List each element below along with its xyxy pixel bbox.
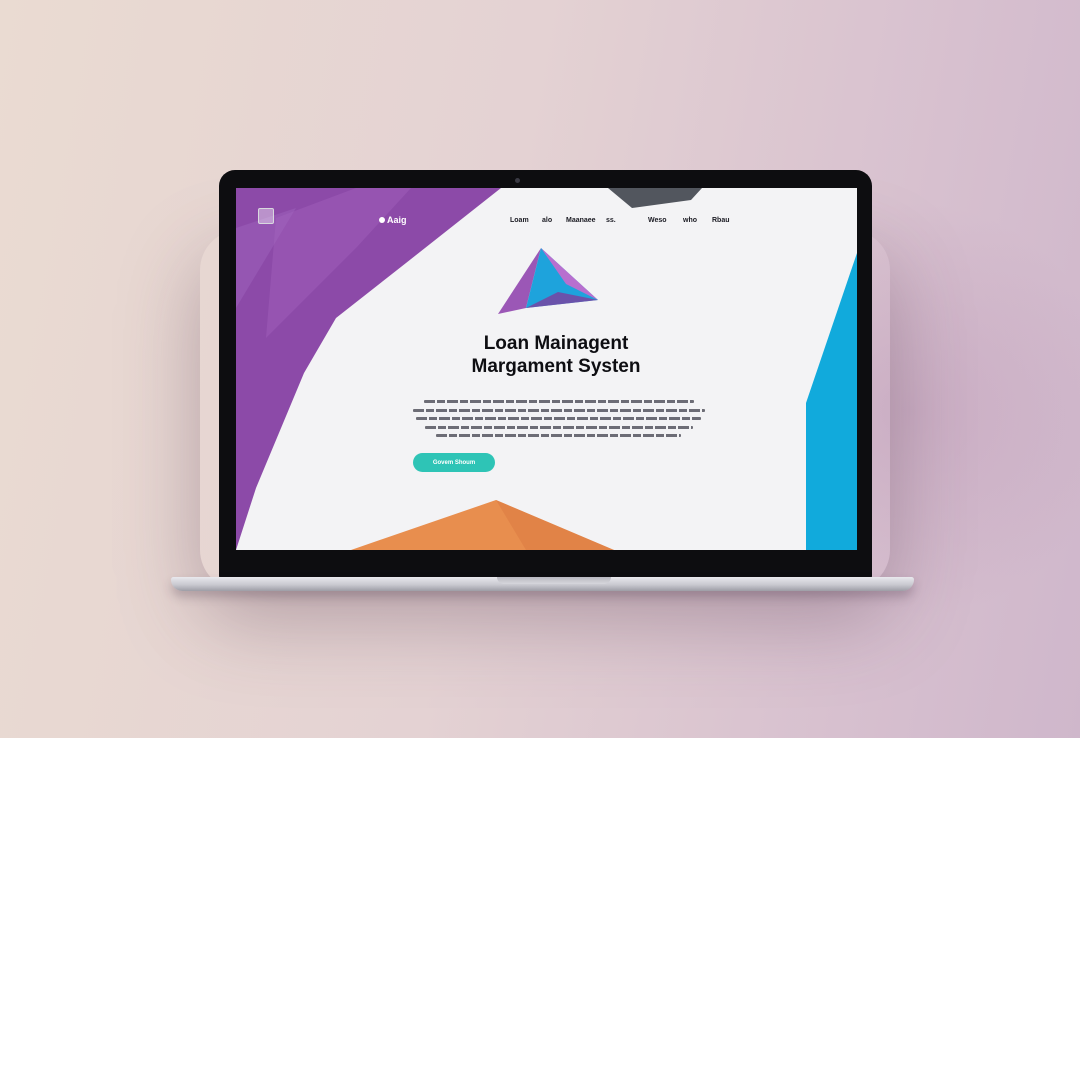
pyramid-logo-icon [498,248,598,314]
top-navigation: Loam alo Maanaee ss. Weso who Rbau [236,217,857,229]
nav-item-2[interactable]: alo [542,217,552,224]
nav-item-5[interactable]: Weso [648,217,667,224]
description-line [423,400,694,403]
nav-item-3[interactable]: Maanaee [566,217,596,224]
description-line [424,425,693,429]
nav-item-4[interactable]: ss. [606,217,616,224]
page-title: Loan Mainagent Margament Systen [386,332,726,378]
description-line [412,408,705,412]
webcam-icon [515,178,520,183]
nav-item-7[interactable]: Rbau [712,217,730,224]
gray-shape [608,188,702,208]
nav-item-1[interactable]: Loam [510,217,529,224]
blue-shape [806,253,857,550]
nav-item-6[interactable]: who [683,217,697,224]
description-line [436,434,681,437]
hero-description [411,400,706,443]
cta-button[interactable]: Govem Shoum [413,453,495,472]
laptop-notch [497,577,611,584]
title-line-1: Loan Mainagent [483,333,629,354]
title-line-2: Margament Systen [471,356,641,377]
laptop-screen: Aaig Loam alo Maanaee ss. Weso who Rbau … [236,188,857,550]
description-line [416,417,701,420]
